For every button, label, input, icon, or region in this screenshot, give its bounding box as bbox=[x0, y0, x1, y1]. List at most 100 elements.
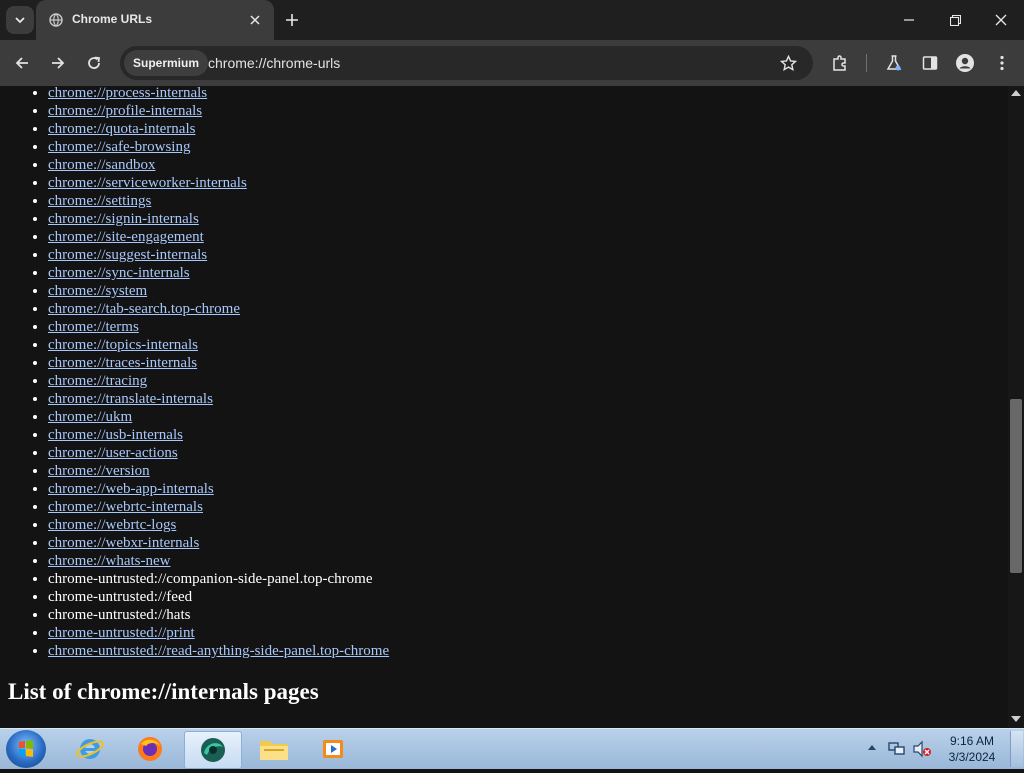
forward-button[interactable] bbox=[44, 49, 72, 77]
start-button[interactable] bbox=[6, 730, 46, 768]
taskbar-media-player[interactable] bbox=[306, 731, 362, 767]
minimize-icon bbox=[904, 19, 914, 21]
chrome-url-link[interactable]: chrome://version bbox=[48, 463, 150, 479]
chrome-url-link[interactable]: chrome://safe-browsing bbox=[48, 139, 190, 155]
taskbar-internet-explorer[interactable] bbox=[62, 731, 118, 767]
chrome-url-link[interactable]: chrome://webxr-internals bbox=[48, 535, 199, 551]
chrome-url-link[interactable]: chrome://quota-internals bbox=[48, 121, 195, 137]
chrome-url-link[interactable]: chrome://tracing bbox=[48, 373, 147, 389]
side-panel-button[interactable] bbox=[916, 49, 944, 77]
url-list-item: chrome-untrusted://hats bbox=[48, 606, 389, 624]
chrome-url-link[interactable]: chrome://profile-internals bbox=[48, 103, 202, 119]
chrome-url-link[interactable]: chrome-untrusted://read-anything-side-pa… bbox=[48, 643, 389, 659]
url-list-item: chrome://ukm bbox=[48, 408, 389, 426]
star-icon bbox=[779, 54, 797, 71]
url-list-item: chrome://system bbox=[48, 282, 389, 300]
scrollbar-thumb[interactable] bbox=[1010, 399, 1022, 573]
arrow-right-icon bbox=[52, 57, 65, 69]
url-list-item: chrome://tracing bbox=[48, 372, 389, 390]
vertical-scrollbar[interactable] bbox=[1008, 86, 1024, 728]
reload-icon bbox=[88, 56, 101, 69]
clock-date: 3/3/2024 bbox=[948, 750, 996, 764]
chrome-url-link[interactable]: chrome://signin-internals bbox=[48, 211, 199, 227]
chrome-url-link[interactable]: chrome://webrtc-internals bbox=[48, 499, 203, 515]
chrome-url-link[interactable]: chrome://serviceworker-internals bbox=[48, 175, 247, 191]
taskbar-file-explorer[interactable] bbox=[246, 731, 302, 767]
back-button[interactable] bbox=[8, 49, 36, 77]
plus-icon bbox=[286, 14, 298, 26]
site-chip[interactable]: Supermium bbox=[124, 50, 209, 76]
profile-icon bbox=[956, 54, 974, 72]
chrome-url-link[interactable]: chrome://whats-new bbox=[48, 553, 170, 569]
menu-button[interactable] bbox=[988, 49, 1016, 77]
chrome-url-link[interactable]: chrome://settings bbox=[48, 193, 151, 209]
chrome-url-link[interactable]: chrome://terms bbox=[48, 319, 139, 335]
labs-button[interactable] bbox=[880, 49, 908, 77]
browser-titlebar: Chrome URLs bbox=[0, 0, 1024, 40]
firefox-icon bbox=[138, 737, 162, 761]
windows-logo-icon bbox=[19, 740, 33, 757]
tab-title: Chrome URLs bbox=[72, 12, 153, 26]
address-bar[interactable]: Supermium chrome://chrome-urls bbox=[120, 46, 813, 80]
minimize-button[interactable] bbox=[886, 0, 932, 40]
chrome-url-link[interactable]: chrome://user-actions bbox=[48, 445, 178, 461]
url-list-item: chrome://traces-internals bbox=[48, 354, 389, 372]
chrome-url-text: chrome-untrusted://hats bbox=[48, 607, 191, 623]
restore-button[interactable] bbox=[932, 0, 978, 40]
chrome-url-link[interactable]: chrome://sync-internals bbox=[48, 265, 190, 281]
url-list-item: chrome://profile-internals bbox=[48, 102, 389, 120]
chrome-url-link[interactable]: chrome-untrusted://print bbox=[48, 625, 195, 641]
taskbar-firefox[interactable] bbox=[122, 731, 178, 767]
url-list-item: chrome://suggest-internals bbox=[48, 246, 389, 264]
url-list-item: chrome://signin-internals bbox=[48, 210, 389, 228]
chrome-url-link[interactable]: chrome://traces-internals bbox=[48, 355, 197, 371]
extensions-button[interactable] bbox=[826, 49, 854, 77]
url-list-item: chrome://webrtc-internals bbox=[48, 498, 389, 516]
chrome-url-link[interactable]: chrome://webrtc-logs bbox=[48, 517, 176, 533]
chrome-url-link[interactable]: chrome://system bbox=[48, 283, 147, 299]
windows-taskbar: 9:16 AM 3/3/2024 bbox=[0, 728, 1024, 769]
chrome-url-link[interactable]: chrome://web-app-internals bbox=[48, 481, 214, 497]
reload-button[interactable] bbox=[80, 49, 108, 77]
url-list-item: chrome://sandbox bbox=[48, 156, 389, 174]
chrome-url-link[interactable]: chrome://usb-internals bbox=[48, 427, 183, 443]
url-list-item: chrome://translate-internals bbox=[48, 390, 389, 408]
tab-search-button[interactable] bbox=[6, 6, 34, 34]
url-list-item: chrome://terms bbox=[48, 318, 389, 336]
url-list-item: chrome://version bbox=[48, 462, 389, 480]
new-tab-button[interactable] bbox=[282, 10, 302, 30]
chrome-url-link[interactable]: chrome://translate-internals bbox=[48, 391, 213, 407]
url-list-item: chrome-untrusted://read-anything-side-pa… bbox=[48, 642, 389, 660]
url-list-item: chrome://process-internals bbox=[48, 86, 389, 102]
page-content: chrome://process-internals chrome://profi… bbox=[0, 86, 1008, 728]
tray-overflow-arrow-icon[interactable] bbox=[868, 745, 876, 750]
profile-button[interactable] bbox=[951, 49, 979, 77]
system-clock[interactable]: 9:16 AM 3/3/2024 bbox=[940, 733, 1004, 765]
chrome-url-link[interactable]: chrome://ukm bbox=[48, 409, 132, 425]
scroll-up-arrow-icon[interactable] bbox=[1011, 90, 1021, 96]
show-desktop-button[interactable] bbox=[1010, 731, 1023, 767]
chrome-url-link[interactable]: chrome://suggest-internals bbox=[48, 247, 207, 263]
chrome-url-link[interactable]: chrome://tab-search.top-chrome bbox=[48, 301, 240, 317]
close-window-button[interactable] bbox=[978, 0, 1024, 40]
section-heading: List of chrome://internals pages bbox=[8, 679, 319, 704]
url-text[interactable]: chrome://chrome-urls bbox=[208, 55, 340, 71]
url-list-item: chrome://sync-internals bbox=[48, 264, 389, 282]
chrome-url-link[interactable]: chrome://process-internals bbox=[48, 86, 207, 101]
chrome-url-link[interactable]: chrome://site-engagement bbox=[48, 229, 204, 245]
chevron-down-icon bbox=[15, 17, 25, 24]
volume-tray-icon[interactable] bbox=[912, 740, 932, 758]
bookmark-star-button[interactable] bbox=[778, 53, 798, 73]
network-tray-icon[interactable] bbox=[888, 740, 906, 758]
chrome-url-link[interactable]: chrome://topics-internals bbox=[48, 337, 198, 353]
chrome-urls-list: chrome://process-internals chrome://profi… bbox=[0, 86, 389, 660]
url-list-item: chrome-untrusted://companion-side-panel.… bbox=[48, 570, 389, 588]
url-list-item: chrome://webrtc-logs bbox=[48, 516, 389, 534]
browser-toolbar: Supermium chrome://chrome-urls bbox=[0, 40, 1024, 86]
tab-chrome-urls[interactable]: Chrome URLs bbox=[36, 0, 274, 40]
taskbar-supermium[interactable] bbox=[184, 731, 242, 769]
scroll-down-arrow-icon[interactable] bbox=[1011, 716, 1021, 722]
side-panel-icon bbox=[922, 56, 938, 70]
chrome-url-link[interactable]: chrome://sandbox bbox=[48, 157, 155, 173]
tab-close-button[interactable] bbox=[247, 12, 263, 28]
